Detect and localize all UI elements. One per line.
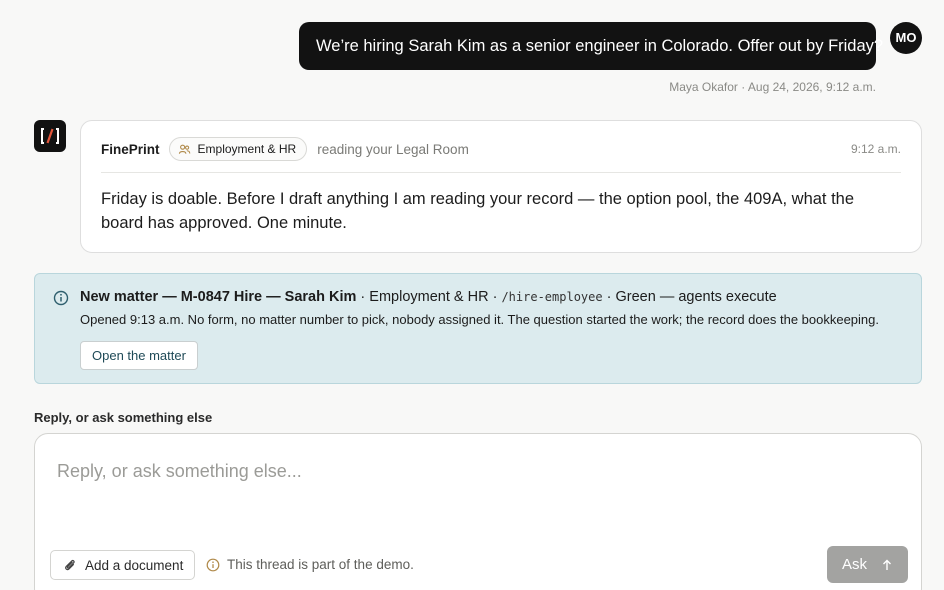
practice-area-tag-label: Employment & HR xyxy=(197,142,297,156)
new-matter-notice: New matter — M-0847 Hire — Sarah Kim · E… xyxy=(34,273,922,384)
matter-command: /hire-employee xyxy=(501,290,603,304)
demo-note-text: This thread is part of the demo. xyxy=(227,557,414,572)
assistant-timestamp: 9:12 a.m. xyxy=(850,142,901,156)
arrow-up-icon xyxy=(883,559,891,570)
separator: · xyxy=(602,289,616,305)
ask-button-label: Ask xyxy=(841,556,867,573)
matter-detail: Opened 9:13 a.m. No form, no matter numb… xyxy=(80,312,879,327)
assistant-status: reading your Legal Room xyxy=(317,141,469,157)
reply-input[interactable] xyxy=(57,456,897,486)
open-matter-button[interactable]: Open the matter xyxy=(80,341,198,370)
paperclip-icon xyxy=(65,559,75,571)
reply-composer: Add a document This thread is part of th… xyxy=(34,433,922,590)
assistant-name: FinePrint xyxy=(101,141,160,157)
matter-summary-line: New matter — M-0847 Hire — Sarah Kim · E… xyxy=(80,289,777,305)
matter-title: New matter — M-0847 Hire — Sarah Kim xyxy=(80,289,357,305)
people-icon xyxy=(178,144,190,154)
ask-button[interactable]: Ask xyxy=(827,546,908,583)
assistant-message-card: FinePrint Employment & HR reading your L… xyxy=(80,120,922,253)
demo-note: This thread is part of the demo. xyxy=(206,557,414,572)
info-icon xyxy=(206,558,220,571)
fineprint-logo-mark xyxy=(41,128,59,144)
reply-label: Reply, or ask something else xyxy=(34,410,213,425)
assistant-header-divider xyxy=(101,172,901,173)
user-avatar[interactable]: MO xyxy=(890,22,922,54)
matter-status: Green — agents execute xyxy=(615,289,777,305)
fineprint-logo xyxy=(34,120,66,152)
separator: · xyxy=(488,289,502,305)
info-icon xyxy=(53,290,69,306)
practice-area-tag[interactable]: Employment & HR xyxy=(168,137,308,161)
user-message-bubble: We’re hiring Sarah Kim as a senior engin… xyxy=(299,22,883,70)
assistant-message-header: FinePrint Employment & HR reading your L… xyxy=(101,135,901,163)
add-document-label: Add a document xyxy=(85,557,184,573)
separator: · xyxy=(356,289,370,305)
matter-area: Employment & HR xyxy=(369,289,489,305)
assistant-message-text: Friday is doable. Before I draft anythin… xyxy=(101,190,855,232)
add-document-button[interactable]: Add a document xyxy=(50,550,196,580)
user-message-meta: Maya Okafor · Aug 24, 2026, 9:12 a.m. xyxy=(669,80,876,94)
